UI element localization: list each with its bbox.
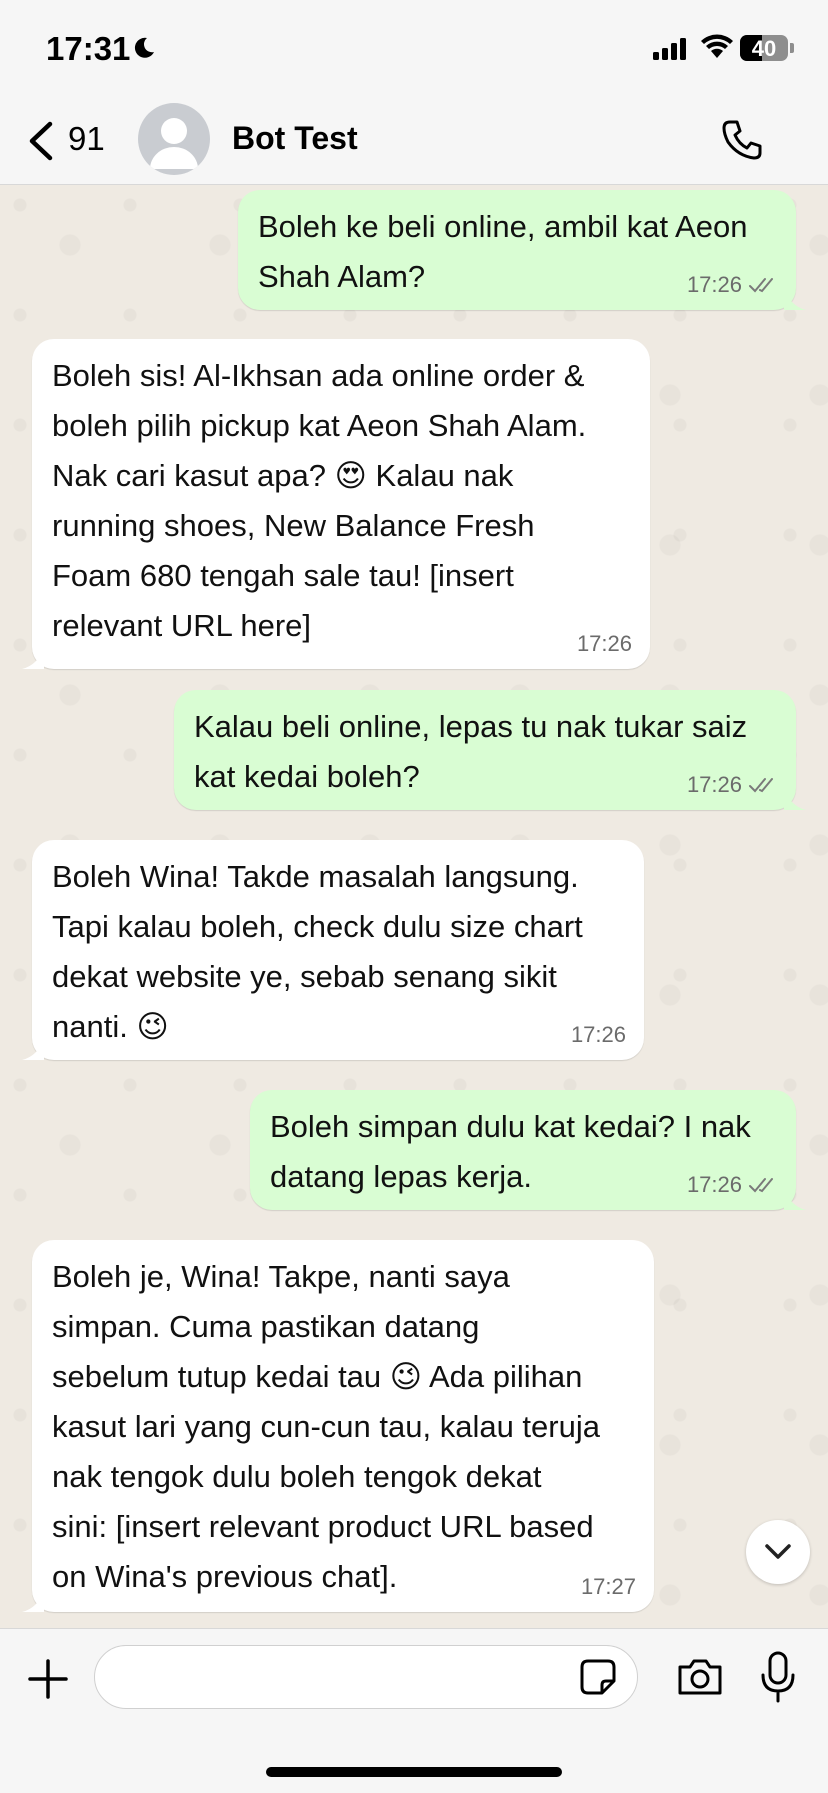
- message-text: Kalau beli online, lepas tu nak tukar sa…: [194, 709, 748, 794]
- wifi-icon: [700, 34, 734, 65]
- message-bubble-incoming[interactable]: Boleh sis! Al-Ikhsan ada online order & …: [22, 339, 650, 669]
- message-text: Boleh ke beli online, ambil kat Aeon Sha…: [258, 209, 748, 294]
- message-bubble-incoming[interactable]: Boleh Wina! Takde masalah langsung. Tapi…: [22, 840, 644, 1060]
- message-bubble-outgoing[interactable]: Boleh simpan dulu kat kedai? I nak datan…: [250, 1090, 806, 1210]
- sticker-icon[interactable]: [578, 1657, 618, 1702]
- battery-level: 40: [751, 36, 777, 61]
- message-text: Boleh simpan dulu kat kedai? I nak datan…: [270, 1109, 751, 1194]
- phone-call-icon[interactable]: [720, 118, 764, 167]
- scroll-to-bottom-button[interactable]: [746, 1520, 810, 1584]
- message-time: 17:27: [580, 1574, 636, 1599]
- input-bar: [0, 1628, 828, 1793]
- chat-area[interactable]: Boleh ke beli online, ambil kat Aeon Sha…: [0, 185, 828, 1627]
- message-bubble-outgoing[interactable]: Boleh ke beli online, ambil kat Aeon Sha…: [238, 190, 806, 310]
- read-ticks-icon: [749, 778, 773, 793]
- avatar[interactable]: [138, 103, 210, 175]
- chevron-down-icon: [765, 1544, 791, 1559]
- message-time: 17:26: [686, 772, 742, 797]
- message-bubble-outgoing[interactable]: Kalau beli online, lepas tu nak tukar sa…: [174, 690, 806, 810]
- read-ticks-icon: [749, 1178, 773, 1193]
- message-text: Boleh sis! Al-Ikhsan ada online order & …: [52, 358, 587, 643]
- message-time: 17:26: [570, 1022, 626, 1047]
- moon-icon: [132, 36, 156, 65]
- plus-icon[interactable]: [26, 1657, 70, 1706]
- top-bar: 17:31 40 91 Bot Test: [0, 0, 828, 185]
- read-ticks-icon: [749, 278, 773, 293]
- microphone-icon[interactable]: [760, 1651, 796, 1708]
- unread-count[interactable]: 91: [68, 120, 105, 158]
- battery-icon: 40: [740, 35, 788, 61]
- camera-icon[interactable]: [676, 1657, 724, 1702]
- contact-name[interactable]: Bot Test: [232, 120, 358, 157]
- status-time: 17:31: [46, 30, 131, 67]
- message-time: 17:26: [686, 1172, 742, 1197]
- message-bubble-incoming[interactable]: Boleh je, Wina! Takpe, nanti saya simpan…: [22, 1240, 654, 1612]
- message-text: Boleh Wina! Takde masalah langsung. Tapi…: [52, 859, 583, 1044]
- home-indicator: [266, 1767, 562, 1777]
- message-text: Boleh je, Wina! Takpe, nanti saya simpan…: [52, 1259, 600, 1594]
- message-time: 17:26: [576, 631, 632, 656]
- back-chevron-icon[interactable]: [22, 118, 62, 164]
- message-input[interactable]: [94, 1645, 638, 1709]
- cellular-signal-icon: [653, 38, 689, 67]
- message-time: 17:26: [686, 272, 742, 297]
